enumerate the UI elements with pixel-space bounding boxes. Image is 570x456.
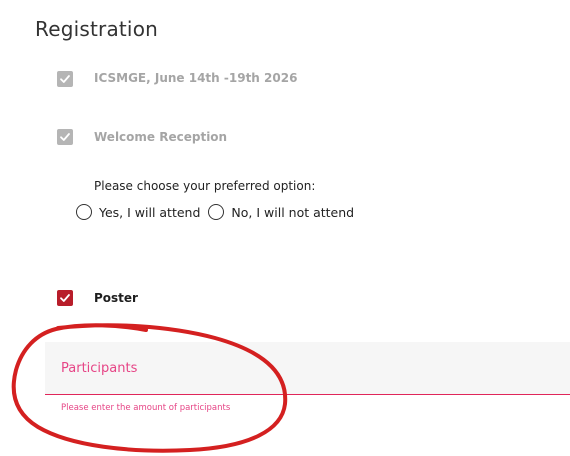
radio-yes[interactable] bbox=[76, 204, 92, 220]
checkmark-icon bbox=[60, 294, 70, 302]
reception-radio-group: Yes, I will attend No, I will not attend bbox=[76, 204, 362, 220]
welcome-reception-label: Welcome Reception bbox=[94, 130, 228, 144]
reception-prompt: Please choose your preferred option: bbox=[94, 179, 316, 193]
poster-checkbox[interactable] bbox=[57, 290, 73, 306]
welcome-reception-checkbox[interactable] bbox=[57, 129, 73, 145]
participants-error-hint: Please enter the amount of participants bbox=[61, 403, 231, 413]
radio-no-label[interactable]: No, I will not attend bbox=[231, 205, 354, 220]
participants-label: Participants bbox=[61, 361, 138, 376]
icsmge-checkbox-label: ICSMGE, June 14th -19th 2026 bbox=[94, 71, 298, 85]
poster-label: Poster bbox=[94, 291, 138, 305]
checkmark-icon bbox=[60, 133, 70, 141]
page-title: Registration bbox=[35, 17, 159, 41]
checkmark-icon bbox=[60, 75, 70, 83]
participants-input[interactable]: Participants bbox=[45, 342, 570, 395]
icsmge-checkbox[interactable] bbox=[57, 71, 73, 87]
radio-yes-label[interactable]: Yes, I will attend bbox=[99, 205, 200, 220]
radio-no[interactable] bbox=[208, 204, 225, 220]
